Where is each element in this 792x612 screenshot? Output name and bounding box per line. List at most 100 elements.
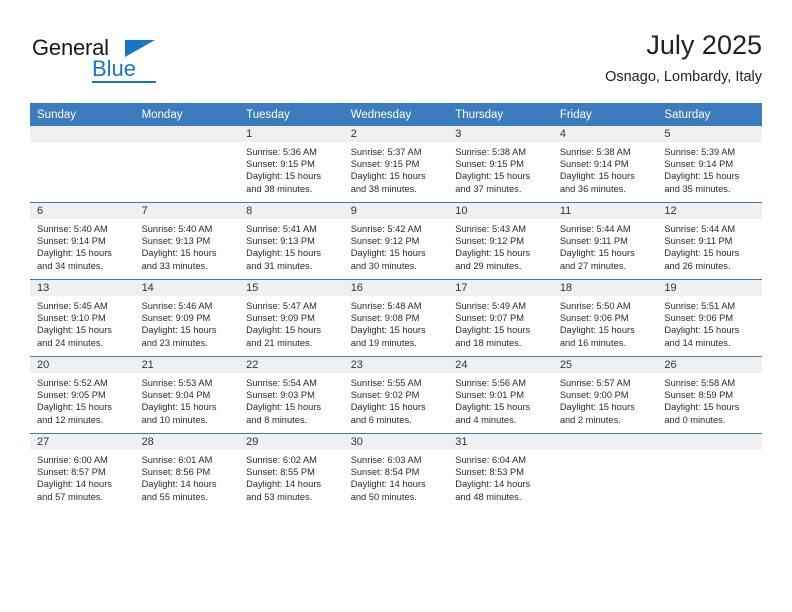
calendar-day-cell[interactable]: 14 Sunrise: 5:46 AM Sunset: 9:09 PM Dayligh… [134, 279, 240, 357]
calendar-cell-inner: 27 Sunrise: 6:00 AM Sunset: 8:57 PM Dayligh… [30, 434, 135, 510]
weekday-header-saturday: Saturday [657, 103, 762, 126]
day-number: 21 [134, 357, 240, 373]
location-subtitle: Osnago, Lombardy, Italy [605, 69, 762, 85]
calendar-cell-inner: 7 Sunrise: 5:40 AM Sunset: 9:13 PM Daylight… [134, 203, 240, 279]
title-block: July 2025 Osnago, Lombardy, Italy [605, 28, 762, 86]
calendar-day-cell[interactable]: 6 Sunrise: 5:40 AM Sunset: 9:14 PM Daylight… [30, 202, 135, 280]
sunset-text: Sunset: 9:11 PM [664, 236, 733, 247]
calendar-cell-empty [657, 433, 762, 510]
sunrise-text: Sunrise: 5:38 AM [455, 147, 527, 157]
day-number [134, 126, 240, 142]
daylight-text-line1: Daylight: 14 hours [350, 479, 426, 490]
daylight-text-line1: Daylight: 15 hours [141, 402, 217, 413]
day-details: Sunrise: 5:41 AM Sunset: 9:13 PM Daylight:… [239, 219, 344, 272]
calendar-day-cell[interactable]: 15 Sunrise: 5:47 AM Sunset: 9:09 PM Dayligh… [239, 279, 344, 357]
daylight-text-line1: Daylight: 15 hours [559, 402, 635, 413]
calendar-day-cell[interactable]: 30 Sunrise: 6:03 AM Sunset: 8:54 PM Dayligh… [343, 433, 449, 510]
sunrise-text: Sunrise: 5:51 AM [664, 301, 736, 311]
sunrise-text: Sunrise: 5:41 AM [246, 224, 317, 234]
sunset-text: Sunset: 9:08 PM [350, 313, 420, 324]
day-number: 27 [30, 434, 135, 450]
calendar-cell-inner: 3 Sunrise: 5:38 AM Sunset: 9:15 PM Daylight… [448, 126, 553, 202]
calendar-cell-empty [552, 433, 658, 510]
sunset-text: Sunset: 9:09 PM [246, 313, 315, 324]
calendar-cell-inner: 15 Sunrise: 5:47 AM Sunset: 9:09 PM Dayligh… [239, 280, 344, 356]
calendar-cell-inner: 8 Sunrise: 5:41 AM Sunset: 9:13 PM Daylight… [239, 203, 344, 279]
day-details: Sunrise: 5:47 AM Sunset: 9:09 PM Daylight:… [239, 296, 344, 349]
calendar-day-cell[interactable]: 13 Sunrise: 5:45 AM Sunset: 9:10 PM Dayligh… [30, 279, 135, 357]
calendar-day-cell[interactable]: 20 Sunrise: 5:52 AM Sunset: 9:05 PM Dayligh… [30, 356, 135, 434]
calendar-day-cell[interactable]: 17 Sunrise: 5:49 AM Sunset: 9:07 PM Dayligh… [448, 279, 553, 357]
calendar-cell-inner: 20 Sunrise: 5:52 AM Sunset: 9:05 PM Dayligh… [30, 357, 135, 433]
daylight-text-line1: Daylight: 15 hours [246, 171, 322, 182]
day-details: Sunrise: 5:44 AM Sunset: 9:11 PM Daylight:… [553, 219, 658, 272]
daylight-text-line2: and 34 minutes. [37, 260, 104, 271]
calendar-day-cell[interactable]: 26 Sunrise: 5:58 AM Sunset: 8:59 PM Dayligh… [657, 356, 762, 434]
day-details: Sunrise: 5:55 AM Sunset: 9:02 PM Daylight:… [344, 373, 449, 426]
sunrise-text: Sunrise: 5:53 AM [141, 378, 213, 388]
calendar-day-cell[interactable]: 3 Sunrise: 5:38 AM Sunset: 9:15 PM Daylight… [448, 126, 553, 203]
sunset-text: Sunset: 8:53 PM [455, 467, 524, 478]
sunrise-text: Sunrise: 5:39 AM [664, 147, 736, 157]
calendar-day-cell[interactable]: 18 Sunrise: 5:50 AM Sunset: 9:06 PM Dayligh… [552, 279, 658, 357]
calendar-cell-inner: 23 Sunrise: 5:55 AM Sunset: 9:02 PM Dayligh… [343, 357, 449, 433]
calendar-day-cell[interactable]: 29 Sunrise: 6:02 AM Sunset: 8:55 PM Dayligh… [239, 433, 344, 510]
calendar-cell-inner: 18 Sunrise: 5:50 AM Sunset: 9:06 PM Dayligh… [552, 280, 658, 356]
calendar-cell-inner: 6 Sunrise: 5:40 AM Sunset: 9:14 PM Daylight… [30, 203, 135, 279]
daylight-text-line2: and 21 minutes. [246, 337, 313, 348]
sunset-text: Sunset: 8:59 PM [664, 390, 734, 401]
calendar-cell-inner: 29 Sunrise: 6:02 AM Sunset: 8:55 PM Dayligh… [239, 434, 344, 510]
calendar-day-cell[interactable]: 2 Sunrise: 5:37 AM Sunset: 9:15 PM Daylight… [343, 126, 449, 203]
daylight-text-line2: and 53 minutes. [246, 491, 313, 502]
day-details: Sunrise: 5:38 AM Sunset: 9:14 PM Daylight:… [553, 142, 658, 195]
daylight-text-line1: Daylight: 15 hours [559, 171, 635, 182]
calendar-day-cell[interactable]: 28 Sunrise: 6:01 AM Sunset: 8:56 PM Dayligh… [134, 433, 240, 510]
calendar-day-cell[interactable]: 22 Sunrise: 5:54 AM Sunset: 9:03 PM Dayligh… [239, 356, 344, 434]
calendar-cell-inner: 25 Sunrise: 5:57 AM Sunset: 9:00 PM Dayligh… [552, 357, 658, 433]
calendar-day-cell[interactable]: 31 Sunrise: 6:04 AM Sunset: 8:53 PM Dayligh… [448, 433, 553, 510]
calendar-day-cell[interactable]: 19 Sunrise: 5:51 AM Sunset: 9:06 PM Dayligh… [657, 279, 762, 357]
sunset-text: Sunset: 8:57 PM [37, 467, 106, 478]
sunset-text: Sunset: 9:03 PM [246, 390, 315, 401]
sunrise-text: Sunrise: 5:58 AM [664, 378, 736, 388]
day-details: Sunrise: 5:50 AM Sunset: 9:06 PM Daylight:… [553, 296, 658, 349]
calendar-day-cell[interactable]: 24 Sunrise: 5:56 AM Sunset: 9:01 PM Dayligh… [448, 356, 553, 434]
day-details: Sunrise: 5:38 AM Sunset: 9:15 PM Daylight:… [448, 142, 553, 195]
weekday-header-sunday: Sunday [30, 103, 135, 126]
sunrise-text: Sunrise: 5:40 AM [141, 224, 213, 234]
day-details: Sunrise: 6:03 AM Sunset: 8:54 PM Daylight:… [344, 450, 449, 503]
calendar-day-cell[interactable]: 21 Sunrise: 5:53 AM Sunset: 9:04 PM Dayligh… [134, 356, 240, 434]
calendar-day-cell[interactable]: 12 Sunrise: 5:44 AM Sunset: 9:11 PM Dayligh… [657, 202, 762, 280]
sunset-text: Sunset: 9:06 PM [664, 313, 734, 324]
calendar-day-cell[interactable]: 25 Sunrise: 5:57 AM Sunset: 9:00 PM Dayligh… [552, 356, 658, 434]
sunset-text: Sunset: 9:02 PM [350, 390, 420, 401]
daylight-text-line2: and 31 minutes. [246, 260, 313, 271]
day-number: 26 [657, 357, 762, 373]
calendar-day-cell[interactable]: 1 Sunrise: 5:36 AM Sunset: 9:15 PM Daylight… [239, 126, 344, 203]
day-details [553, 450, 658, 454]
day-details: Sunrise: 6:04 AM Sunset: 8:53 PM Daylight:… [448, 450, 553, 503]
day-number: 14 [134, 280, 240, 296]
calendar-day-cell[interactable]: 5 Sunrise: 5:39 AM Sunset: 9:14 PM Daylight… [657, 126, 762, 203]
day-number: 2 [343, 126, 449, 142]
calendar-day-cell[interactable]: 16 Sunrise: 5:48 AM Sunset: 9:08 PM Dayligh… [343, 279, 449, 357]
calendar-day-cell[interactable]: 11 Sunrise: 5:44 AM Sunset: 9:11 PM Dayligh… [552, 202, 658, 280]
calendar-cell-inner: 19 Sunrise: 5:51 AM Sunset: 9:06 PM Dayligh… [657, 280, 762, 356]
generalblue-logo[interactable]: General Blue [32, 36, 212, 88]
sunrise-text: Sunrise: 5:40 AM [37, 224, 108, 234]
day-details [30, 142, 135, 146]
calendar-day-cell[interactable]: 4 Sunrise: 5:38 AM Sunset: 9:14 PM Daylight… [552, 126, 658, 203]
daylight-text-line1: Daylight: 14 hours [455, 479, 531, 490]
day-number [30, 126, 135, 142]
daylight-text-line2: and 35 minutes. [664, 183, 731, 194]
calendar-day-cell[interactable]: 8 Sunrise: 5:41 AM Sunset: 9:13 PM Daylight… [239, 202, 344, 280]
calendar-day-cell[interactable]: 7 Sunrise: 5:40 AM Sunset: 9:13 PM Daylight… [134, 202, 240, 280]
sunrise-text: Sunrise: 5:42 AM [350, 224, 422, 234]
day-details: Sunrise: 5:51 AM Sunset: 9:06 PM Daylight:… [657, 296, 762, 349]
calendar-day-cell[interactable]: 10 Sunrise: 5:43 AM Sunset: 9:12 PM Dayligh… [448, 202, 553, 280]
calendar-day-cell[interactable]: 27 Sunrise: 6:00 AM Sunset: 8:57 PM Dayligh… [30, 433, 135, 510]
sunset-text: Sunset: 9:15 PM [246, 159, 315, 170]
calendar-day-cell[interactable]: 9 Sunrise: 5:42 AM Sunset: 9:12 PM Daylight… [343, 202, 449, 280]
sunset-text: Sunset: 9:10 PM [37, 313, 106, 324]
calendar-day-cell[interactable]: 23 Sunrise: 5:55 AM Sunset: 9:02 PM Dayligh… [343, 356, 449, 434]
